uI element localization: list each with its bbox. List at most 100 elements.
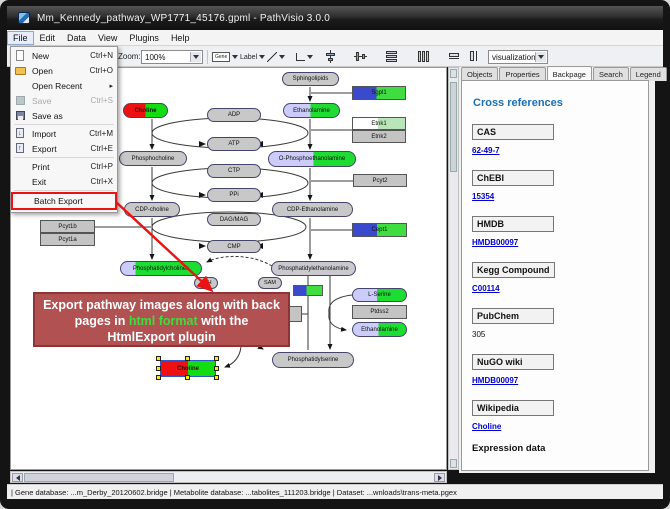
node-cdp-ethanolamine[interactable]: CDP-Ethanolamine	[272, 202, 353, 217]
gene-node-sgpl1[interactable]: Sgpl1	[352, 86, 406, 100]
side-panel: Objects Properties Backpage Search Legen…	[459, 67, 655, 473]
callout-highlight: html format	[129, 314, 198, 328]
xref-source-name: HMDB	[472, 216, 554, 232]
selection-handle[interactable]	[156, 375, 161, 380]
vertical-scroll-thumb[interactable]	[450, 82, 457, 172]
zoom-combobox[interactable]: 100%	[141, 50, 203, 64]
menu-item-batch-export[interactable]: Batch Export	[13, 194, 115, 208]
node-o-phosphoethanolamine[interactable]: O-Phosphoethanolamine	[268, 151, 356, 167]
selection-handle[interactable]	[156, 356, 161, 361]
node-dag-mag[interactable]: DAG/MAG	[207, 213, 261, 226]
align-middle-icon[interactable]	[354, 50, 367, 63]
node-cdp-choline[interactable]: CDP-choline	[124, 202, 180, 217]
gene-node-unlabeled[interactable]	[293, 285, 323, 296]
callout-line1: Export pathway images along with back	[43, 298, 280, 312]
open-folder-icon	[14, 65, 28, 76]
selection-handle[interactable]	[214, 375, 219, 380]
common-width-icon[interactable]	[448, 51, 461, 64]
node-sah[interactable]: SAH	[194, 277, 218, 289]
gene-node-pcyt1b[interactable]: Pcyt1b	[40, 220, 95, 233]
vertical-scrollbar[interactable]	[448, 67, 459, 470]
tab-search[interactable]: Search	[593, 67, 629, 81]
node-phosphatidylserine[interactable]: Phosphatidylserine	[272, 352, 354, 368]
datanode-tool-button[interactable]: Gene	[212, 50, 238, 64]
horizontal-scroll-thumb[interactable]	[24, 473, 174, 482]
menu-file[interactable]: File	[7, 31, 34, 45]
gene-node-etnk1[interactable]: Etnk1	[352, 117, 406, 130]
menu-item-exit[interactable]: ExitCtrl+X	[11, 174, 117, 189]
gene-node-etnk2[interactable]: Etnk2	[352, 130, 406, 143]
status-bar: | Gene database: ...m_Derby_20120602.bri…	[7, 484, 663, 499]
common-height-icon[interactable]	[468, 50, 481, 63]
scroll-right-icon[interactable]	[434, 473, 445, 482]
node-phosphocholine[interactable]: Phosphocholine	[119, 151, 187, 166]
gene-node-pcyt2[interactable]: Pcyt2	[353, 174, 407, 187]
menu-item-export[interactable]: ↑ ExportCtrl+E	[11, 141, 117, 156]
xref-link[interactable]: 62-49-7	[472, 146, 638, 155]
node-ethanolamine-2[interactable]: Ethanolamine	[352, 322, 407, 337]
scroll-left-icon[interactable]	[12, 473, 23, 482]
xref-link[interactable]: HMDB00097	[472, 238, 638, 247]
xref-section-pubchem: PubChem 305	[472, 306, 638, 339]
distribute-vertical-icon[interactable]	[417, 50, 430, 63]
xref-link[interactable]: C00114	[472, 284, 638, 293]
node-ppi[interactable]: PPi	[207, 188, 261, 202]
title-bar[interactable]: Mm_Kennedy_pathway_WP1771_45176.gpml - P…	[7, 6, 663, 30]
visualization-combobox[interactable]: visualization	[488, 50, 548, 64]
node-choline[interactable]: Choline	[123, 103, 168, 118]
line-tool-button[interactable]	[267, 50, 285, 64]
menu-edit[interactable]: Edit	[34, 31, 62, 45]
tab-backpage[interactable]: Backpage	[547, 66, 592, 80]
node-l-serine[interactable]: L-Serine	[352, 288, 407, 302]
scroll-up-icon[interactable]	[450, 69, 457, 78]
backpage-content[interactable]: Cross references CAS 62-49-7 ChEBI 15354…	[461, 80, 649, 471]
node-adp[interactable]: ADP	[207, 108, 261, 122]
expression-data-heading: Expression data	[472, 443, 638, 454]
scroll-down-icon[interactable]	[450, 459, 457, 468]
menu-item-open[interactable]: OpenCtrl+O	[11, 63, 117, 78]
gene-node-pcyt1a[interactable]: Pcyt1a	[40, 233, 95, 246]
chevron-down-icon[interactable]	[190, 52, 201, 62]
xref-link[interactable]: HMDB00097	[472, 376, 638, 385]
node-ethanolamine[interactable]: Ethanolamine	[283, 103, 340, 118]
selection-handle[interactable]	[214, 356, 219, 361]
callout-line2-pre: pages in	[75, 314, 129, 328]
align-center-icon[interactable]	[324, 50, 337, 63]
selection-handle[interactable]	[214, 366, 219, 371]
menu-item-import[interactable]: ↓ ImportCtrl+M	[11, 126, 117, 141]
menu-data[interactable]: Data	[61, 31, 92, 45]
menu-item-open-recent[interactable]: Open Recent▸	[11, 78, 117, 93]
node-atp[interactable]: ATP	[207, 137, 261, 151]
node-phosphatidylcholines[interactable]: Phosphatidylcholines	[120, 261, 202, 276]
menu-item-save[interactable]: SaveCtrl+S	[11, 93, 117, 108]
selection-handle[interactable]	[185, 375, 190, 380]
tab-properties[interactable]: Properties	[499, 67, 545, 81]
gene-node-ptdss2[interactable]: Ptdss2	[352, 305, 407, 319]
xref-source-name: CAS	[472, 124, 554, 140]
gene-node-cept1[interactable]: Cept1	[352, 223, 407, 237]
menu-help[interactable]: Help	[165, 31, 196, 45]
menu-item-new[interactable]: NewCtrl+N	[11, 48, 117, 63]
node-ctp[interactable]: CTP	[207, 164, 261, 178]
horizontal-scrollbar[interactable]	[10, 471, 447, 483]
node-cmp[interactable]: CMP	[207, 240, 261, 253]
menu-item-print[interactable]: PrintCtrl+P	[11, 159, 117, 174]
label-tool-button[interactable]: Label	[240, 50, 265, 64]
node-phosphatidylethanolamine[interactable]: Phosphatidylethanolamine	[271, 261, 356, 276]
xref-link[interactable]: Choline	[472, 422, 638, 431]
tab-legend[interactable]: Legend	[630, 67, 667, 81]
xref-section-kegg: Kegg Compound C00114	[472, 260, 638, 293]
node-sam[interactable]: SAM	[258, 277, 282, 289]
tab-objects[interactable]: Objects	[461, 67, 498, 81]
selection-handle[interactable]	[156, 366, 161, 371]
menu-plugins[interactable]: Plugins	[123, 31, 165, 45]
menu-view[interactable]: View	[92, 31, 123, 45]
chevron-down-icon[interactable]	[535, 52, 546, 62]
connector-tool-button[interactable]	[296, 50, 313, 64]
node-sphingolipids[interactable]: Sphingolipids	[282, 72, 339, 86]
save-as-icon	[14, 110, 28, 121]
distribute-horizontal-icon[interactable]	[385, 50, 398, 63]
selection-handle[interactable]	[185, 356, 190, 361]
menu-item-save-as[interactable]: Save as	[11, 108, 117, 123]
xref-link[interactable]: 15354	[472, 192, 638, 201]
